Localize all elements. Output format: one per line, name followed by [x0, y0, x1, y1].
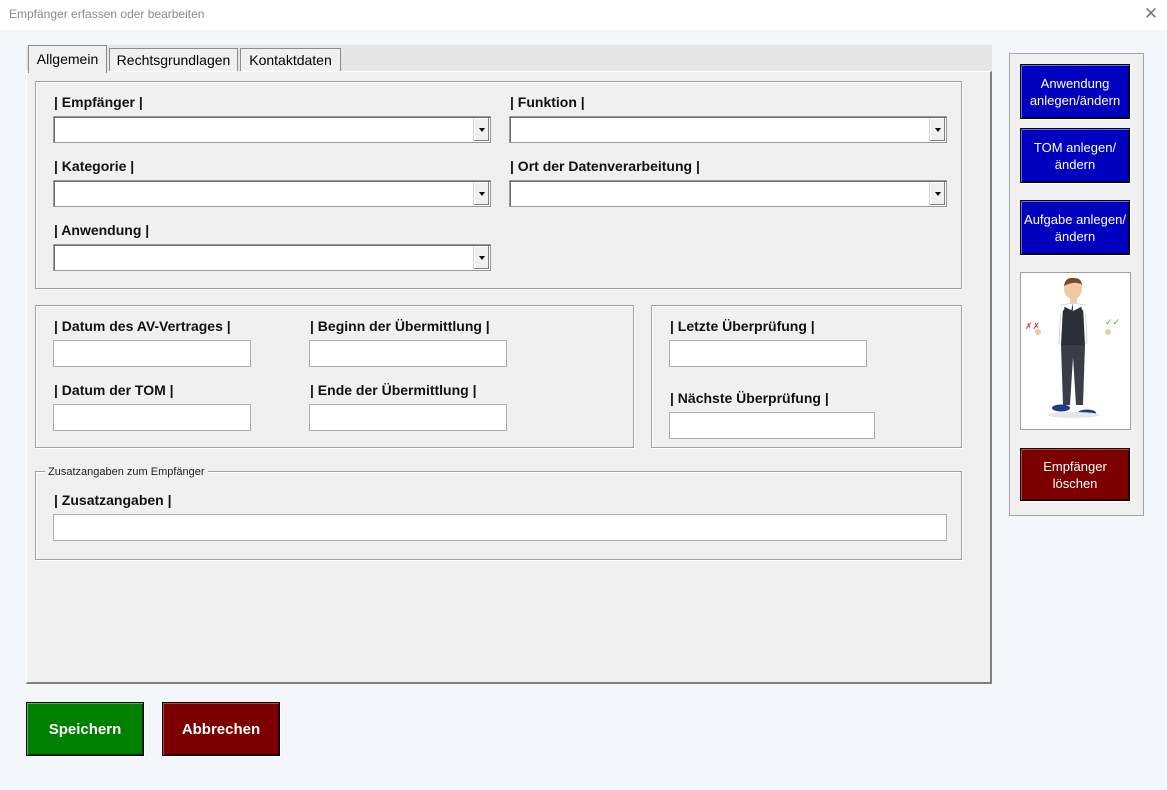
anwendung-dropdown-icon[interactable] [473, 246, 489, 269]
funktion-label: | Funktion | [510, 94, 585, 110]
av-vertrag-label: | Datum des AV-Vertrages | [54, 318, 231, 334]
tab-allgemein[interactable]: Allgemein [28, 45, 107, 73]
presenter-man-illustration: ✗✗ ✓✓ [1020, 272, 1131, 430]
naechste-pruefung-input[interactable] [669, 412, 875, 439]
speichern-button[interactable]: Speichern [26, 702, 144, 756]
kategorie-combobox[interactable] [53, 180, 491, 207]
zusatzangaben-input[interactable] [53, 514, 947, 541]
tab-kontaktdaten[interactable]: Kontaktdaten [240, 48, 341, 71]
letzte-pruefung-label: | Letzte Überprüfung | [670, 318, 815, 334]
kategorie-dropdown-icon[interactable] [473, 182, 489, 205]
anwendung-anlegen-button[interactable]: Anwendung anlegen/ändern [1020, 64, 1130, 119]
abbrechen-button[interactable]: Abbrechen [162, 702, 280, 756]
anwendung-combobox[interactable] [53, 244, 491, 271]
aufgabe-anlegen-button[interactable]: Aufgabe anlegen/ändern [1020, 200, 1130, 255]
beginn-label: | Beginn der Übermittlung | [310, 318, 490, 334]
ort-combobox[interactable] [509, 180, 947, 207]
funktion-dropdown-icon[interactable] [929, 118, 945, 141]
window-title: Empfänger erfassen oder bearbeiten [9, 7, 205, 21]
presenter-man-icon: ✗✗ ✓✓ [1025, 277, 1120, 418]
funktion-combobox[interactable] [509, 116, 947, 143]
svg-text:✗✗: ✗✗ [1025, 322, 1040, 332]
ort-label: | Ort der Datenverarbeitung | [510, 158, 700, 174]
empfaenger-dropdown-icon[interactable] [473, 118, 489, 141]
tom-date-input[interactable] [53, 404, 251, 431]
naechste-pruefung-label: | Nächste Überprüfung | [670, 390, 829, 406]
kategorie-label: | Kategorie | [54, 158, 135, 174]
av-vertrag-date-input[interactable] [53, 340, 251, 367]
tom-anlegen-button[interactable]: TOM anlegen/ändern [1020, 128, 1130, 183]
letzte-pruefung-input[interactable] [669, 340, 867, 367]
empfaenger-loeschen-button[interactable]: Empfänger löschen [1020, 448, 1130, 501]
close-icon[interactable]: ✕ [1140, 3, 1162, 25]
tab-rechtsgrundlagen[interactable]: Rechtsgrundlagen [109, 48, 238, 71]
svg-text:✓✓: ✓✓ [1105, 318, 1120, 328]
empfaenger-label: | Empfänger | [54, 94, 143, 110]
beginn-date-input[interactable] [309, 340, 507, 367]
zusatzangaben-label: | Zusatzangaben | [54, 492, 172, 508]
tom-date-label: | Datum der TOM | [54, 382, 174, 398]
ende-label: | Ende der Übermittlung | [310, 382, 477, 398]
anwendung-label: | Anwendung | [54, 222, 150, 238]
ende-date-input[interactable] [309, 404, 507, 431]
zusatzangaben-frame-caption: Zusatzangaben zum Empfänger [45, 466, 208, 478]
ort-dropdown-icon[interactable] [929, 182, 945, 205]
empfaenger-combobox[interactable] [53, 116, 491, 143]
